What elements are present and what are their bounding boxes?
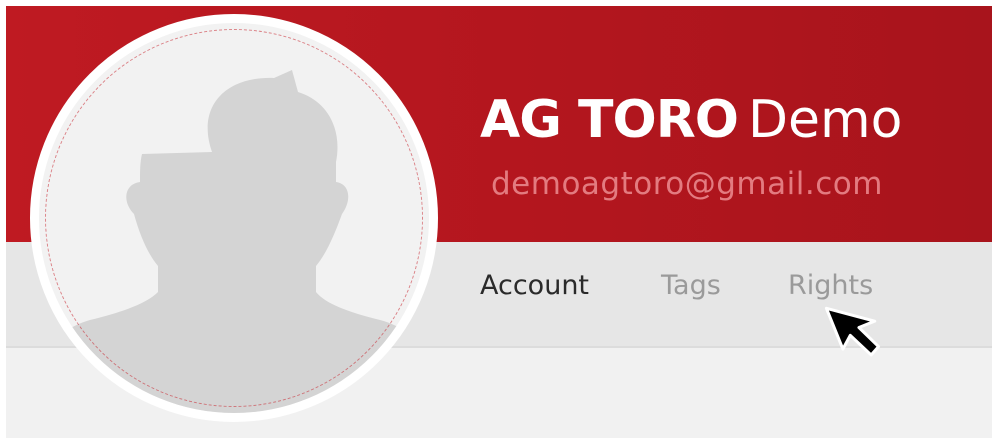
profile-email: demoagtoro@gmail.com (491, 166, 883, 202)
tab-tags[interactable]: Tags (661, 268, 721, 304)
profile-name-primary: AG TORO (480, 90, 739, 150)
profile-name: AG TORO Demo (480, 88, 902, 152)
tab-account[interactable]: Account (480, 268, 589, 304)
profile-name-secondary: Demo (747, 90, 903, 150)
tab-rights[interactable]: Rights (788, 268, 873, 304)
avatar-accent-ring (45, 29, 423, 407)
mouse-pointer-icon (824, 306, 881, 357)
